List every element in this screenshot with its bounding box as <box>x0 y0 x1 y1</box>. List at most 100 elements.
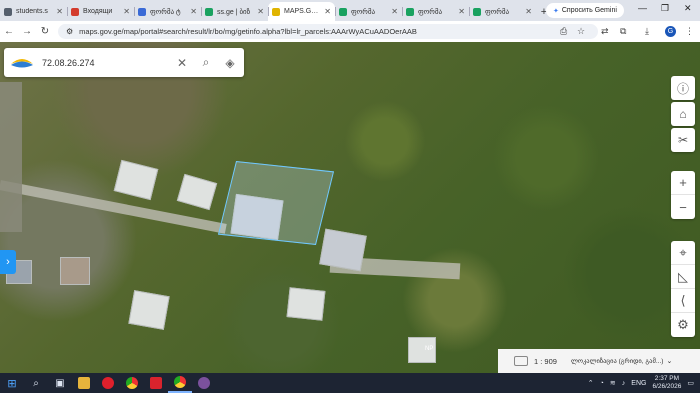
opera-icon[interactable] <box>96 373 120 393</box>
tab-maps-gov[interactable]: MAPS.GOV ✕ <box>268 2 335 21</box>
tab-ss-ge[interactable]: ss.ge | ბიზ ✕ <box>201 2 268 21</box>
start-button[interactable]: ⊞ <box>0 373 24 393</box>
windows-icon: ⊞ <box>7 377 17 390</box>
gemini-button[interactable]: ✦ Спросить Gemini <box>546 3 624 18</box>
building <box>128 290 170 330</box>
side-panel-toggle[interactable]: › <box>0 250 16 274</box>
clock[interactable]: 2:37 PM 6/26/2026 <box>652 375 681 391</box>
tab-favicon-icon <box>272 7 280 16</box>
napr-logo <box>11 58 33 67</box>
tab-students[interactable]: students.s ✕ <box>0 2 67 21</box>
search-icon[interactable]: ⌕ <box>24 373 48 393</box>
file-explorer-icon[interactable] <box>72 373 96 393</box>
chevron-right-icon: › <box>6 256 10 268</box>
tab-gmail[interactable]: Входящи ✕ <box>67 2 134 21</box>
building <box>176 173 218 211</box>
tab-form-3[interactable]: ფორმა ✕ <box>402 2 469 21</box>
wps-icon[interactable] <box>144 373 168 393</box>
profile-avatar[interactable]: G <box>665 26 676 37</box>
forward-icon[interactable]: → <box>18 26 36 37</box>
chevron-down-icon[interactable]: ⌄ <box>666 357 672 365</box>
tab-favicon-icon <box>205 7 213 16</box>
gmail-icon <box>71 7 79 16</box>
scale-bar: 1 : 909 ლოკალიზაცია (გრიდი, გამ...) ⌄ <box>498 349 700 373</box>
info-icon: ⓘ <box>676 81 689 96</box>
download-icon[interactable]: ⤓ <box>645 26 649 37</box>
parcel-search-box: 72.08.26.274 ✕ ⌕ ◈ <box>4 48 244 77</box>
projection-select[interactable]: ლოკალიზაცია (გრიდი, გამ...) <box>571 357 664 365</box>
share-icon[interactable]: ⟨ <box>671 289 695 313</box>
zoom-in-button[interactable]: + <box>671 171 695 195</box>
gemini-label: Спросить Gemini <box>561 7 617 14</box>
language-indicator[interactable]: ENG <box>631 380 646 387</box>
task-view-icon[interactable]: ▣ <box>48 373 72 393</box>
minimize-button[interactable]: — <box>638 3 647 13</box>
close-icon[interactable]: ✕ <box>458 7 465 16</box>
windows-taskbar: ⊞ ⌕ ▣ ⌃ ◔ ≋ ♪ ENG 2:37 PM 6/26/2026 ▭ <box>0 373 700 393</box>
close-icon[interactable]: ✕ <box>190 7 197 16</box>
tab-title: ფორმა <box>418 8 443 16</box>
zoom-out-button[interactable]: − <box>671 195 695 219</box>
gemini-icon: ✦ <box>553 7 559 15</box>
selected-parcel-outline[interactable] <box>217 160 335 246</box>
menu-icon[interactable]: ⋮ <box>685 26 694 37</box>
bookmark-star-icon[interactable]: ☆ <box>577 26 585 37</box>
scale-value: 1 : 909 <box>534 356 557 366</box>
notifications-icon[interactable]: ▭ <box>687 379 694 387</box>
tab-favicon-icon <box>406 7 414 16</box>
building <box>286 287 326 321</box>
tab-title: ფორმა <box>351 8 376 16</box>
locate-icon[interactable]: ⌖ <box>671 241 695 265</box>
measure-button[interactable]: ✂ <box>671 128 695 152</box>
install-icon[interactable]: ⎙ <box>560 26 567 37</box>
extensions-icon[interactable]: ⧉ <box>620 26 626 37</box>
house-label: NP <box>425 346 434 352</box>
building <box>113 159 159 201</box>
ruler-icon <box>514 356 528 366</box>
chevron-up-icon[interactable]: ⌃ <box>588 379 594 387</box>
chrome-icon[interactable] <box>120 373 144 393</box>
map-tools: ⌖ ◺ ⟨ ⚙ <box>671 241 695 337</box>
close-icon[interactable]: ✕ <box>391 7 398 16</box>
layers-icon[interactable]: ◈ <box>220 56 240 70</box>
reload-icon[interactable]: ↻ <box>36 26 54 37</box>
tab-form-4[interactable]: ფორმა ✕ <box>469 2 536 21</box>
tab-title: ფორმა ტ <box>150 8 181 16</box>
viber-icon[interactable] <box>192 373 216 393</box>
close-icon[interactable]: ✕ <box>525 7 532 16</box>
tab-title: MAPS.GOV <box>284 8 322 15</box>
network-icon[interactable]: ◔ <box>600 380 604 387</box>
tab-favicon-icon <box>4 7 12 16</box>
url-text: maps.gov.ge/map/portal#search/result/lr/… <box>79 27 417 36</box>
maximize-button[interactable]: ❐ <box>661 3 669 14</box>
translate-icon[interactable]: ⇄ <box>601 26 609 37</box>
tab-title: Входящи <box>83 8 113 15</box>
satellite-map[interactable]: NP › ⓘ ⌂ ✂ + − ⌖ ◺ ⟨ ⚙ <box>0 42 700 373</box>
search-input[interactable]: 72.08.26.274 <box>42 58 172 68</box>
tab-title: ფორმა <box>485 8 510 16</box>
wifi-icon[interactable]: ≋ <box>610 379 616 387</box>
close-icon[interactable]: ✕ <box>123 7 130 16</box>
back-icon[interactable]: ← <box>0 26 18 37</box>
info-button[interactable]: ⓘ <box>671 76 695 100</box>
system-tray: ⌃ ◔ ≋ ♪ ENG 2:37 PM 6/26/2026 ▭ <box>588 373 700 393</box>
building <box>60 257 90 285</box>
compass-button[interactable]: ⌂ <box>671 102 695 126</box>
close-icon[interactable]: ✕ <box>324 7 331 16</box>
close-icon[interactable]: ✕ <box>257 7 264 16</box>
tab-favicon-icon <box>473 7 481 16</box>
close-icon[interactable]: ✕ <box>56 7 63 16</box>
clear-icon[interactable]: ✕ <box>172 56 192 70</box>
tab-title: students.s <box>16 8 48 15</box>
address-bar[interactable]: ⚙ maps.gov.ge/map/portal#search/result/l… <box>58 24 598 39</box>
draw-icon[interactable]: ◺ <box>671 265 695 289</box>
search-icon[interactable]: ⌕ <box>196 55 216 70</box>
chrome-active-icon[interactable] <box>168 373 192 393</box>
settings-icon[interactable]: ⚙ <box>671 313 695 337</box>
site-info-icon[interactable]: ⚙ <box>66 27 73 36</box>
volume-icon[interactable]: ♪ <box>622 380 626 387</box>
tab-form-2[interactable]: ფორმა ✕ <box>335 2 402 21</box>
zoom-controls: + − <box>671 171 695 219</box>
tab-form[interactable]: ფორმა ტ ✕ <box>134 2 201 21</box>
close-window-button[interactable]: ✕ <box>684 3 692 14</box>
